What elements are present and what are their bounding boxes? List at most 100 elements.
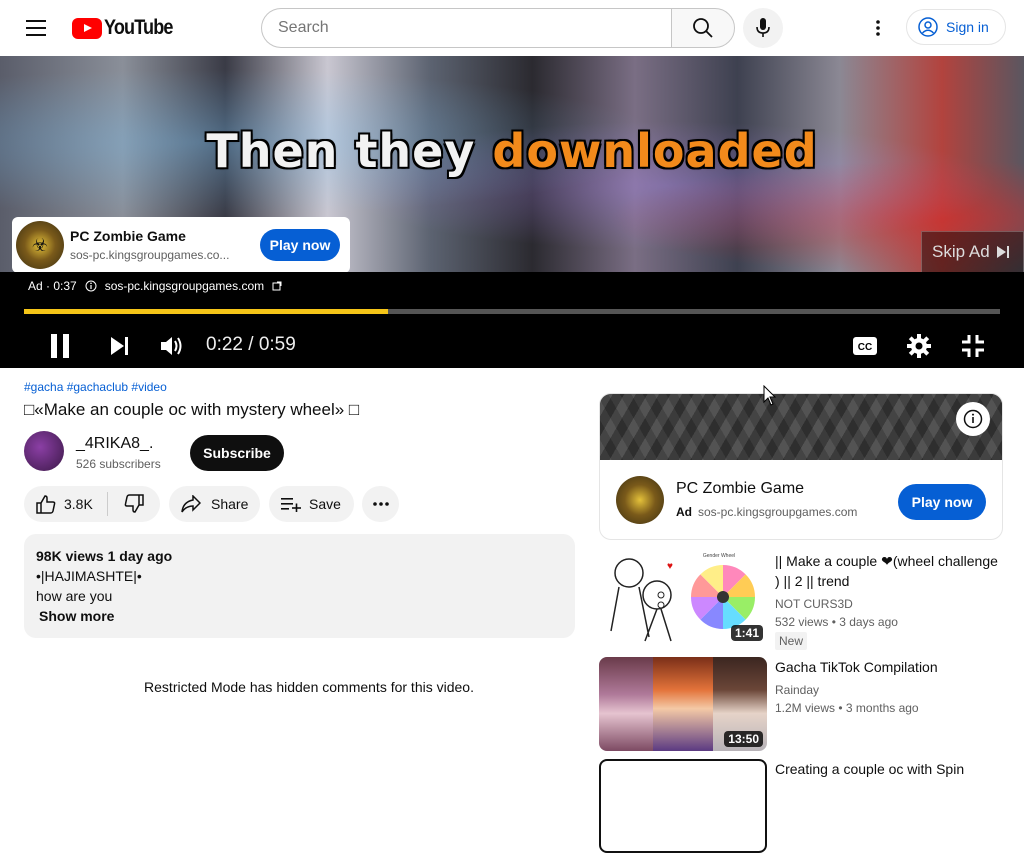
save-label: Save	[309, 496, 341, 512]
pause-icon	[51, 334, 69, 358]
thumbs-down-icon	[124, 494, 144, 513]
restricted-mode-notice: Restricted Mode has hidden comments for …	[144, 679, 474, 695]
time-display: 0:22 / 0:59	[206, 334, 296, 355]
progress-bar[interactable]	[24, 309, 1000, 314]
closed-captions-icon: CC	[853, 337, 877, 355]
search-bar	[261, 8, 735, 48]
show-more-button[interactable]: Show more	[36, 606, 563, 626]
video-title[interactable]: Creating a couple oc with Spin	[775, 759, 1000, 779]
new-badge: New	[775, 632, 808, 650]
recommendation-item[interactable]: 13:50 Gacha TikTok Compilation Rainday 1…	[599, 657, 1009, 751]
description-line-1: •|HAJIMASHTE|•	[36, 568, 142, 584]
more-vert-icon	[876, 20, 880, 36]
account-icon	[918, 17, 938, 37]
more-actions-button[interactable]	[362, 486, 399, 522]
video-thumbnail[interactable]: ♥ Gender Wheel 1:41	[599, 551, 767, 645]
video-duration: 1:41	[730, 625, 763, 641]
top-bar: YouTube Sign in	[0, 0, 1024, 56]
svg-text:Gender Wheel: Gender Wheel	[703, 553, 735, 559]
microphone-icon	[756, 18, 770, 37]
channel-avatar[interactable]	[24, 431, 64, 471]
subscribe-button[interactable]: Subscribe	[190, 435, 284, 471]
player-controls: Ad · 0:37 sos-pc.kingsgroupgames.com 0:2…	[0, 272, 1024, 368]
svg-text:♥: ♥	[667, 561, 673, 572]
exit-fullscreen-icon	[962, 335, 984, 357]
channel-name[interactable]: NOT CURS3D	[775, 597, 853, 611]
external-link-icon	[272, 281, 282, 291]
share-icon	[181, 495, 201, 513]
progress-fill	[24, 309, 389, 314]
next-button[interactable]	[100, 324, 140, 368]
sign-in-button[interactable]: Sign in	[906, 9, 1006, 45]
channel-name[interactable]: _4RIKA8_.	[76, 435, 153, 453]
settings-button[interactable]	[899, 324, 939, 368]
share-button[interactable]: Share	[169, 486, 260, 522]
search-input[interactable]	[261, 8, 671, 48]
search-icon	[693, 18, 713, 38]
youtube-logo[interactable]: YouTube	[72, 16, 184, 40]
gear-icon	[907, 334, 931, 358]
exit-fullscreen-button[interactable]	[953, 324, 993, 368]
sidebar-ad[interactable]: PC Zombie Game Ad sos-pc.kingsgroupgames.…	[599, 393, 1003, 540]
description-box[interactable]: 98K views 1 day ago •|HAJIMASHTE|• how a…	[24, 534, 575, 638]
save-button[interactable]: Save	[269, 486, 354, 522]
settings-more-button[interactable]	[858, 8, 898, 48]
video-thumbnail[interactable]	[599, 759, 767, 853]
share-label: Share	[211, 496, 249, 512]
like-count: 3.8K	[64, 496, 93, 512]
ad-overlay-card[interactable]: ☣ PC Zombie Game sos-pc.kingsgroupgames.…	[12, 217, 350, 273]
caption-part-2: downloaded	[492, 124, 818, 178]
ad-play-now-button[interactable]: Play now	[898, 484, 986, 520]
ad-info-button[interactable]	[956, 402, 990, 436]
captions-button[interactable]: CC	[845, 324, 885, 368]
ad-thumbnail: ☣	[16, 221, 64, 269]
caption-part-1: Then they	[206, 124, 493, 178]
skip-next-icon	[111, 337, 128, 355]
ad-url: sos-pc.kingsgroupgames.com	[698, 505, 858, 519]
video-title: □«Make an couple oc with mystery wheel» …	[24, 400, 360, 419]
video-title[interactable]: || Make a couple ❤(wheel challenge ) || …	[775, 551, 1000, 591]
logo-text: YouTube	[104, 16, 173, 39]
ad-play-now-button[interactable]: Play now	[260, 229, 340, 261]
video-meta: 532 views • 3 days ago	[775, 615, 898, 629]
info-icon	[963, 409, 983, 429]
channel-name[interactable]: Rainday	[775, 683, 819, 697]
video-title[interactable]: Gacha TikTok Compilation	[775, 657, 1000, 677]
subscriber-count: 526 subscribers	[76, 457, 161, 471]
thumbs-up-icon	[36, 495, 56, 514]
video-player[interactable]: Then they downloaded ☣ PC Zombie Game so…	[0, 56, 1024, 368]
voice-search-button[interactable]	[743, 8, 783, 48]
volume-icon	[161, 337, 182, 355]
mouse-cursor	[763, 385, 777, 406]
recommendation-item[interactable]: Creating a couple oc with Spin	[599, 759, 1009, 853]
ad-url: sos-pc.kingsgroupgames.co...	[70, 248, 230, 262]
info-icon[interactable]	[85, 280, 97, 292]
menu-icon[interactable]	[16, 8, 56, 48]
video-thumbnail[interactable]: 13:50	[599, 657, 767, 751]
ad-banner-image[interactable]	[600, 394, 1002, 460]
hashtags[interactable]: #gacha #gachaclub #video	[24, 380, 167, 394]
video-caption: Then they downloaded	[0, 124, 1024, 178]
like-button[interactable]: 3.8K	[24, 492, 108, 516]
video-meta: 1.2M views • 3 months ago	[775, 701, 919, 715]
ad-countdown: Ad · 0:37	[28, 279, 77, 293]
dislike-button[interactable]	[108, 494, 160, 514]
ad-info-row: Ad · 0:37 sos-pc.kingsgroupgames.com	[28, 279, 282, 293]
ad-title[interactable]: PC Zombie Game	[676, 480, 804, 498]
ad-name: PC Zombie Game	[70, 228, 186, 244]
like-dislike-group: 3.8K	[24, 486, 160, 522]
ad-badge: Ad	[676, 505, 692, 519]
description-line-2: how are you	[36, 588, 113, 604]
recommendation-item[interactable]: ♥ Gender Wheel 1:41 || Make a couple ❤(w…	[599, 551, 1009, 650]
views-and-date: 98K views 1 day ago	[36, 548, 173, 564]
search-button[interactable]	[671, 8, 735, 48]
playlist-add-icon	[281, 498, 301, 512]
pause-button[interactable]	[40, 324, 80, 368]
skip-ad-button[interactable]: Skip Ad	[921, 231, 1024, 273]
ad-domain-link[interactable]: sos-pc.kingsgroupgames.com	[105, 279, 264, 293]
skip-next-icon	[996, 246, 1009, 258]
sign-in-label: Sign in	[946, 19, 989, 35]
svg-text:CC: CC	[858, 342, 872, 353]
mute-button[interactable]	[153, 324, 193, 368]
ad-logo	[616, 476, 664, 524]
